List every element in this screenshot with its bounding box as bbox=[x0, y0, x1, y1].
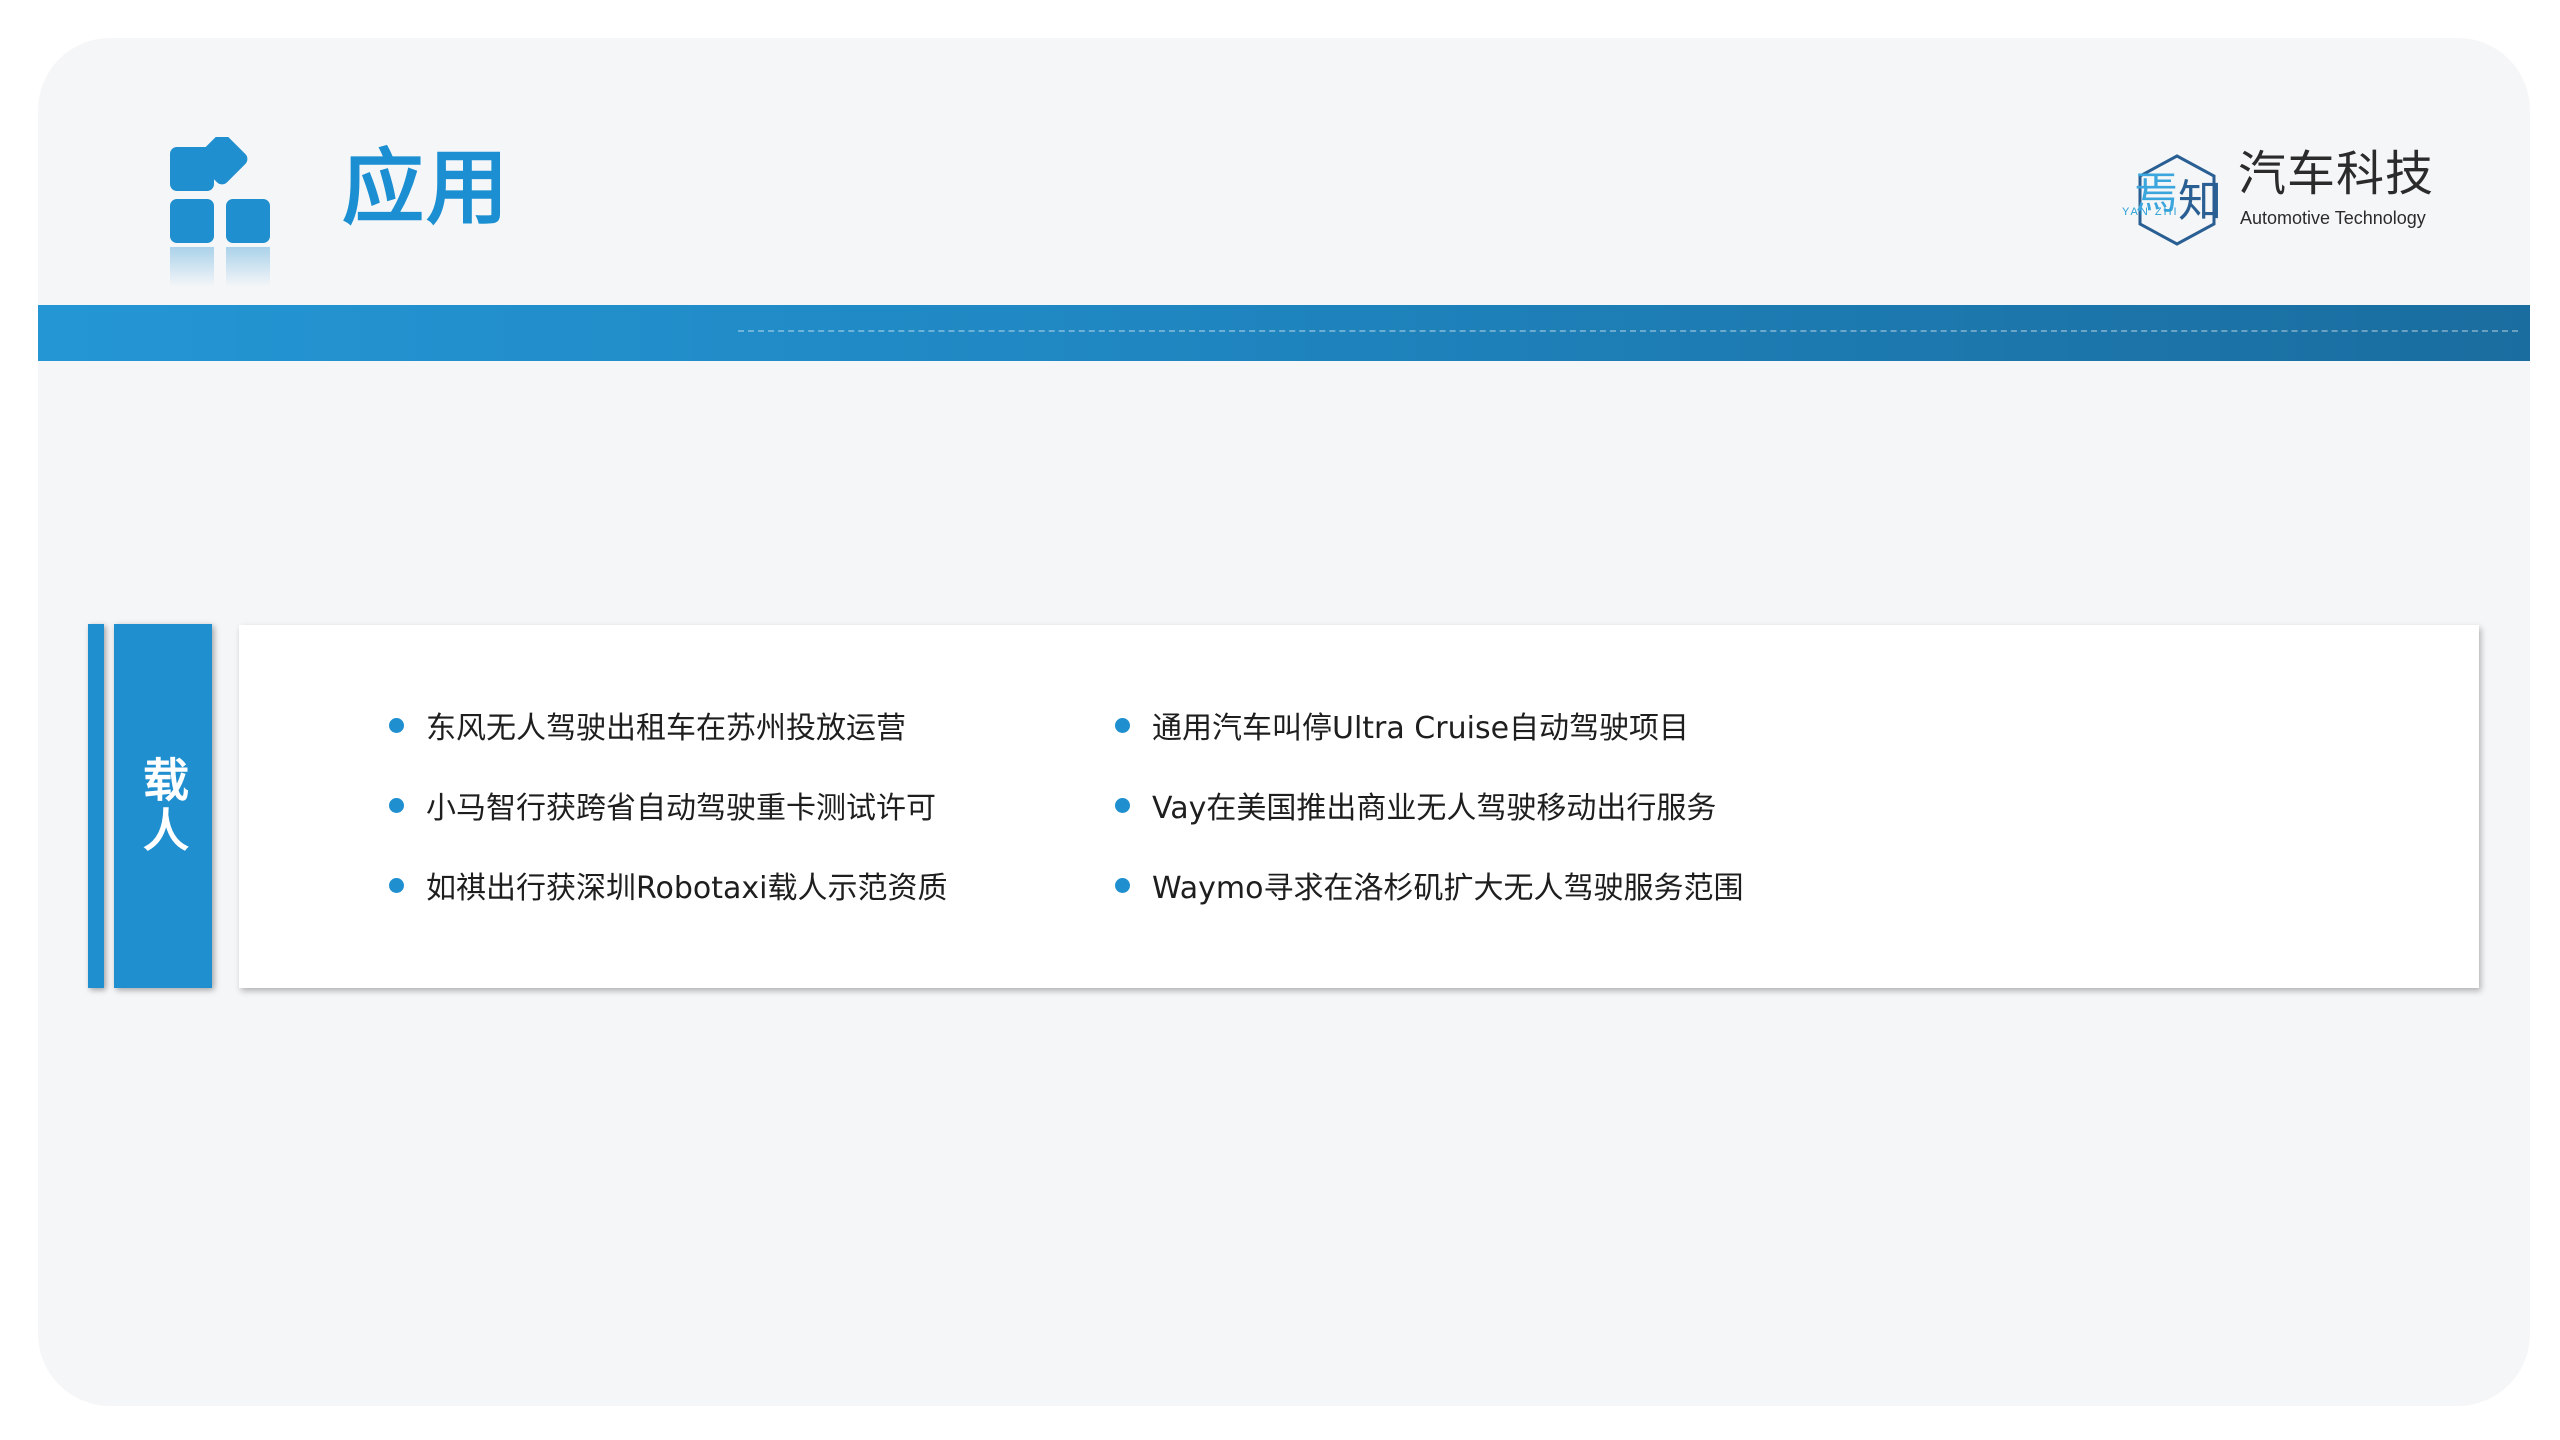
list-item: 小马智行获跨省自动驾驶重卡测试许可 bbox=[389, 765, 947, 845]
band-dashed-line bbox=[738, 330, 2518, 332]
list-item-text: 东风无人驾驶出租车在苏州投放运营 bbox=[426, 711, 906, 746]
bullet-icon bbox=[389, 877, 404, 893]
app-grid-icon bbox=[164, 137, 294, 307]
list-item: 东风无人驾驶出租车在苏州投放运营 bbox=[389, 685, 947, 765]
page-title: 应用 bbox=[342, 141, 511, 236]
logo-name-en: Automotive Technology bbox=[2240, 208, 2426, 228]
header-band bbox=[38, 305, 2530, 361]
item-list-left: 东风无人驾驶出租车在苏州投放运营 小马智行获跨省自动驾驶重卡测试许可 如祺出行获… bbox=[389, 685, 947, 925]
bullet-icon bbox=[1115, 717, 1130, 733]
list-item-text: Waymo寻求在洛杉矶扩大无人驾驶服务范围 bbox=[1152, 871, 1744, 906]
section-tab-label: 载人 bbox=[136, 756, 190, 856]
logo-name-cn: 汽车科技 bbox=[2238, 146, 2435, 202]
list-item-text: 如祺出行获深圳Robotaxi载人示范资质 bbox=[426, 871, 948, 906]
logo-mark-text: YAN ZHI bbox=[2122, 206, 2179, 218]
bullet-icon bbox=[1115, 877, 1130, 893]
yanzhi-logo-icon: 焉 知 bbox=[2122, 146, 2232, 256]
bullet-icon bbox=[1115, 797, 1130, 813]
list-item-text: Vay在美国推出商业无人驾驶移动出行服务 bbox=[1152, 791, 1717, 826]
item-list-right: 通用汽车叫停Ultra Cruise自动驾驶项目 Vay在美国推出商业无人驾驶移… bbox=[1115, 685, 1743, 925]
list-item: Vay在美国推出商业无人驾驶移动出行服务 bbox=[1115, 765, 1743, 845]
section-tab: 载人 bbox=[114, 624, 212, 988]
list-item: Waymo寻求在洛杉矶扩大无人驾驶服务范围 bbox=[1115, 845, 1743, 925]
svg-text:知: 知 bbox=[2178, 176, 2222, 227]
list-item-text: 通用汽车叫停Ultra Cruise自动驾驶项目 bbox=[1152, 711, 1690, 746]
content-card: 东风无人驾驶出租车在苏州投放运营 小马智行获跨省自动驾驶重卡测试许可 如祺出行获… bbox=[239, 625, 2479, 988]
company-logo: 焉 知 YAN ZHI 汽车科技 Automotive Technology bbox=[2122, 146, 2452, 256]
list-item: 如祺出行获深圳Robotaxi载人示范资质 bbox=[389, 845, 947, 925]
list-item-text: 小马智行获跨省自动驾驶重卡测试许可 bbox=[426, 791, 936, 826]
bullet-icon bbox=[389, 717, 404, 733]
section-accent-bar bbox=[88, 624, 104, 988]
list-item: 通用汽车叫停Ultra Cruise自动驾驶项目 bbox=[1115, 685, 1743, 765]
slide: 应用 焉 知 YAN ZHI 汽车科技 Automotive Technolog… bbox=[38, 38, 2530, 1406]
bullet-icon bbox=[389, 797, 404, 813]
